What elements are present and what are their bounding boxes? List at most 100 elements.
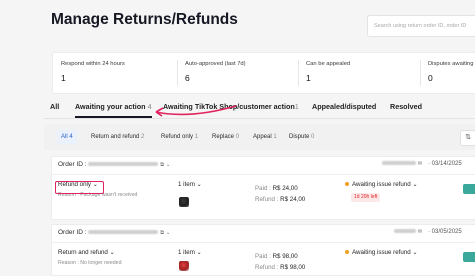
chip-count: 4 xyxy=(69,134,73,140)
filter-chip-dispute[interactable]: Dispute 0 xyxy=(285,130,318,144)
order-id-value-redacted xyxy=(88,230,159,235)
copy-icon[interactable]: ⧉ xyxy=(160,230,164,236)
annotation-arrow-icon xyxy=(155,105,237,117)
refund-value: R$ 24,00 xyxy=(280,196,306,203)
stats-summary: Respond within 24 hours 1 Auto-approved … xyxy=(52,52,475,94)
return-type-dropdown[interactable]: Return and refund ⌄ xyxy=(58,249,115,256)
username-redacted xyxy=(394,229,416,234)
divider xyxy=(44,118,475,119)
chevron-down-icon: ⌄ xyxy=(196,182,202,188)
search-input[interactable]: Search using return order ID, order ID xyxy=(367,15,475,37)
paid-label: Paid : xyxy=(255,253,271,260)
return-reason: Reason : No longer needed xyxy=(58,260,122,266)
stat-label: Can be appealed xyxy=(306,61,351,67)
order-id-label: Order ID : xyxy=(58,229,87,236)
stat-label: Auto-approved (last 7d) xyxy=(185,61,246,67)
buyer-username: ✉ xyxy=(382,161,422,167)
filter-chip-return-and-refund[interactable]: Return and refund 2 xyxy=(87,130,148,144)
stat-disputes-awaiting[interactable]: Disputes awaiting 0 xyxy=(420,53,475,93)
stat-auto-approved[interactable]: Auto-approved (last 7d) 6 xyxy=(177,53,297,93)
annotation-highlight-box xyxy=(55,181,104,194)
status-dot-icon xyxy=(345,182,349,187)
chip-count: 1 xyxy=(273,134,277,140)
issue-refund-button[interactable] xyxy=(463,184,475,194)
date-text: 03/14/2025 xyxy=(431,161,462,167)
tab-appealed-disputed[interactable]: Appealed/disputed xyxy=(312,102,376,111)
item-count[interactable]: 1 item ⌄ xyxy=(178,181,202,188)
stat-respond-24h[interactable]: Respond within 24 hours 1 xyxy=(53,53,173,93)
status-dot-icon xyxy=(345,250,349,255)
stat-can-be-appealed[interactable]: Can be appealed 1 xyxy=(298,53,418,93)
copy-icon[interactable]: ⧉ xyxy=(160,162,164,168)
filter-chip-appeal[interactable]: Appeal 1 xyxy=(249,130,281,144)
status-text: Awaiting issue refund xyxy=(352,181,411,188)
date-text: 03/05/2025 xyxy=(431,229,462,235)
time-left-badge: 1d 20h left xyxy=(351,193,381,202)
order-id-value-redacted xyxy=(88,162,159,167)
refund-label: Refund : xyxy=(255,264,279,271)
username-redacted xyxy=(382,161,416,166)
divider xyxy=(420,60,421,86)
issue-refund-button[interactable] xyxy=(463,252,475,262)
chip-count: 2 xyxy=(141,134,145,140)
chip-label: Refund only xyxy=(161,134,194,140)
chip-label: Replace xyxy=(212,134,235,140)
return-type-label: Return and refund xyxy=(58,249,108,256)
stat-value: 1 xyxy=(306,73,311,83)
tab-count: 1 xyxy=(294,102,299,111)
tab-resolved[interactable]: Resolved xyxy=(390,102,422,111)
order-card: Order ID : ⧉ ⌄ ✉ · 03/05/2025 Return and… xyxy=(51,224,475,276)
chevron-down-icon[interactable]: ⌄ xyxy=(166,230,171,236)
refund-label: Refund : xyxy=(255,196,279,203)
chat-icon[interactable]: ✉ xyxy=(418,161,423,167)
tab-label: Appealed/disputed xyxy=(312,102,377,111)
order-card: Order ID : ⧉ ⌄ ✉ · 03/14/2025 Refund onl… xyxy=(51,156,475,220)
product-thumbnail[interactable] xyxy=(179,261,189,271)
order-date: · 03/14/2025 xyxy=(428,161,462,167)
chevron-down-icon: ⌄ xyxy=(109,250,115,256)
chevron-down-icon[interactable]: ⌄ xyxy=(412,182,417,188)
order-id-label: Order ID : xyxy=(58,161,87,168)
tab-awaiting-your-action[interactable]: Awaiting your action 4 xyxy=(75,102,152,111)
paid-amount: Paid : R$ 98,00 xyxy=(255,253,298,260)
tab-label: All xyxy=(50,102,60,111)
chat-icon[interactable]: ✉ xyxy=(418,229,423,235)
sort-icon[interactable]: ⇅ xyxy=(460,130,475,146)
filter-bar: All 4 Return and refund 2 Refund only 1 … xyxy=(44,124,475,150)
chip-count: 0 xyxy=(235,134,240,140)
chip-label: All xyxy=(61,134,68,140)
order-card-header: Order ID : ⧉ ⌄ ✉ · 03/14/2025 xyxy=(52,157,475,175)
status-badge: Awaiting issue refund ⌄ xyxy=(345,181,417,188)
paid-label: Paid : xyxy=(255,185,271,192)
chip-label: Return and refund xyxy=(91,134,140,140)
refund-amount: Refund : R$ 24,00 xyxy=(255,196,305,203)
stat-label: Disputes awaiting xyxy=(428,61,474,67)
filter-chip-all[interactable]: All 4 xyxy=(57,130,77,144)
chip-label: Appeal xyxy=(253,134,272,140)
chevron-down-icon[interactable]: ⌄ xyxy=(412,250,417,256)
order-card-header: Order ID : ⧉ ⌄ ✉ · 03/05/2025 xyxy=(52,225,475,243)
tab-all[interactable]: All xyxy=(50,102,59,111)
stat-label: Respond within 24 hours xyxy=(61,61,125,67)
stat-value: 1 xyxy=(61,73,66,83)
filter-chip-replace[interactable]: Replace 0 xyxy=(208,130,243,144)
stat-value: 0 xyxy=(428,73,433,83)
divider xyxy=(298,60,299,86)
tab-label: Resolved xyxy=(390,102,422,111)
chip-label: Dispute xyxy=(289,134,310,140)
page-title: Manage Returns/Refunds xyxy=(51,11,238,28)
buyer-username: ✉ xyxy=(394,229,422,235)
order-id: Order ID : ⧉ ⌄ xyxy=(58,229,171,237)
chip-count: 0 xyxy=(311,134,315,140)
paid-value: R$ 98,00 xyxy=(272,253,298,260)
item-count-label: 1 item xyxy=(178,249,195,256)
chip-count: 1 xyxy=(194,134,199,140)
chevron-down-icon: ⌄ xyxy=(196,250,202,256)
item-count[interactable]: 1 item ⌄ xyxy=(178,249,202,256)
product-thumbnail[interactable] xyxy=(179,197,189,207)
tab-label: Awaiting your action xyxy=(75,102,146,111)
order-id: Order ID : ⧉ ⌄ xyxy=(58,161,171,169)
stat-value: 6 xyxy=(185,73,190,83)
filter-chip-refund-only[interactable]: Refund only 1 xyxy=(157,130,202,144)
chevron-down-icon[interactable]: ⌄ xyxy=(166,162,171,168)
